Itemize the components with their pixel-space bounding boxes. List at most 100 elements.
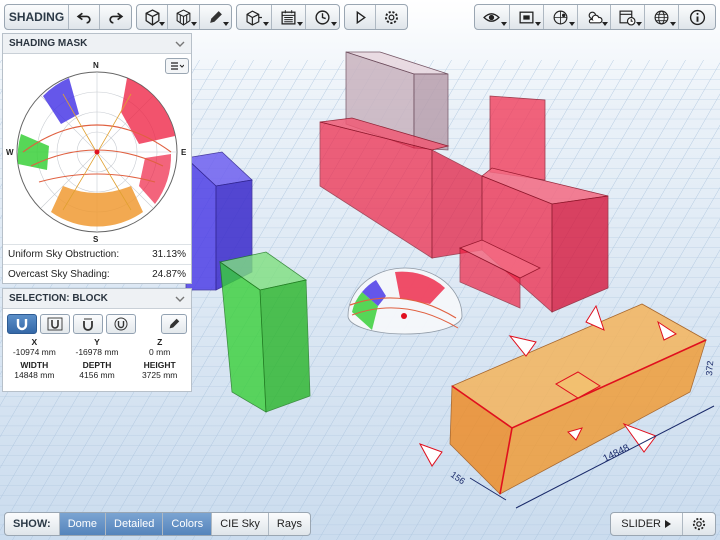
play-icon	[356, 10, 366, 24]
overcast-sky-row: Overcast Sky Shading: 24.87%	[3, 264, 191, 284]
selection-values-grid: X -10974 mm Y -16978 mm Z0 mm WIDTH 14848 m…	[3, 337, 191, 380]
cie-sky-toggle[interactable]: CIE Sky	[212, 513, 269, 535]
selection-panel: SELECTION: BLOCK X -10974 mm Y -16978 mm Z…	[2, 288, 192, 392]
calendar-clock-icon	[619, 10, 636, 26]
weather-button[interactable]	[578, 5, 612, 29]
width-label: WIDTH	[20, 360, 49, 370]
selection-tools-row	[3, 309, 191, 337]
undo-button[interactable]	[69, 5, 101, 29]
depth-label: DEPTH	[82, 360, 112, 370]
depth-value[interactable]: 4156 mm	[66, 370, 129, 380]
width-value[interactable]: 14848 mm	[3, 370, 66, 380]
show-label: SHOW:	[5, 513, 60, 535]
mode-selector[interactable]: SHADING	[5, 5, 69, 29]
green-building-block[interactable]	[219, 251, 311, 413]
magnet-frame-button[interactable]	[40, 314, 70, 334]
magnet-circle-icon	[114, 317, 128, 331]
frame-view-button[interactable]	[510, 5, 544, 29]
mode-toolbar-group: SHADING	[4, 4, 132, 30]
redo-button[interactable]	[100, 5, 131, 29]
analysis-toolbar-group	[236, 4, 340, 30]
magnet-circle-button[interactable]	[106, 314, 136, 334]
x-value[interactable]: -10974 mm	[3, 347, 66, 357]
slider-button[interactable]: SLIDER	[611, 513, 683, 535]
date-button[interactable]	[272, 5, 306, 29]
transform-button[interactable]	[237, 5, 273, 29]
colors-toggle[interactable]: Colors	[163, 513, 213, 535]
gear-icon	[692, 517, 706, 531]
globe-icon	[654, 10, 669, 24]
magnet-icon	[16, 319, 28, 331]
sun-cloud-icon	[588, 11, 603, 23]
height-value[interactable]: 3725 mm	[128, 370, 191, 380]
shading-mask-panel: SHADING MASK N S E W Uniform Sky Obstruc…	[2, 33, 192, 284]
uniform-sky-value: 31.13%	[152, 249, 186, 260]
add-grid-block-button[interactable]	[168, 5, 200, 29]
show-options-group: SHOW: Dome Detailed Colors CIE Sky Rays	[4, 512, 311, 536]
chevron-down-icon[interactable]	[175, 295, 185, 303]
play-button[interactable]	[345, 5, 377, 29]
magnet-attach-icon	[83, 318, 93, 331]
magnet-mode-button[interactable]	[7, 314, 37, 334]
schedule-button[interactable]	[611, 5, 646, 29]
compass-east: E	[181, 148, 187, 157]
cube-arrow-icon	[246, 9, 262, 26]
sun-path-button[interactable]	[544, 5, 578, 29]
magnet-attach-button[interactable]	[73, 314, 103, 334]
clock-icon	[315, 9, 330, 25]
draw-button[interactable]	[200, 5, 231, 29]
shading-mask-title: SHADING MASK	[9, 38, 88, 49]
visibility-button[interactable]	[475, 5, 510, 29]
overcast-sky-value: 24.87%	[152, 269, 186, 280]
shading-mask-diagram[interactable]: N S E W	[3, 54, 191, 244]
compass-west: W	[6, 148, 14, 157]
mode-label: SHADING	[8, 10, 65, 24]
cube-grid-icon	[176, 8, 191, 26]
dome-toggle[interactable]: Dome	[59, 513, 107, 535]
y-value[interactable]: -16978 mm	[66, 347, 129, 357]
height-label: HEIGHT	[143, 360, 176, 370]
y-label: Y	[94, 337, 100, 347]
calendar-icon	[281, 9, 296, 25]
z-label: Z	[157, 337, 163, 347]
gear-icon	[385, 10, 398, 24]
magnet-frame-icon	[47, 317, 63, 331]
rays-toggle[interactable]: Rays	[269, 513, 310, 535]
z-value[interactable]: 0 mm	[128, 347, 191, 357]
add-block-button[interactable]	[137, 5, 169, 29]
info-button[interactable]	[679, 5, 715, 29]
slider-label: SLIDER	[621, 518, 661, 530]
playback-toolbar-group	[344, 4, 408, 30]
undo-icon	[76, 12, 91, 24]
info-icon	[689, 9, 705, 25]
pencil-icon	[169, 318, 180, 329]
play-icon	[665, 520, 671, 528]
selection-header[interactable]: SELECTION: BLOCK	[3, 289, 191, 309]
compass-south: S	[93, 235, 99, 244]
eye-icon	[483, 12, 501, 22]
chevron-down-icon[interactable]	[175, 40, 185, 48]
sun-path-icon	[553, 10, 568, 24]
slider-group: SLIDER	[610, 512, 716, 536]
compass-north: N	[93, 61, 99, 70]
selection-title: SELECTION: BLOCK	[9, 293, 108, 304]
location-button[interactable]	[645, 5, 680, 29]
shading-mask-menu-button[interactable]	[165, 58, 189, 74]
list-icon	[171, 62, 184, 70]
settings-button[interactable]	[376, 5, 407, 29]
cube-icon	[145, 8, 160, 26]
uniform-sky-label: Uniform Sky Obstruction:	[8, 249, 120, 260]
overcast-sky-label: Overcast Sky Shading:	[8, 269, 110, 280]
detailed-toggle[interactable]: Detailed	[106, 513, 164, 535]
dimension-height-label: 372	[704, 360, 715, 376]
geometry-toolbar-group	[136, 4, 232, 30]
slider-settings-button[interactable]	[683, 513, 715, 535]
x-label: X	[31, 337, 38, 347]
frame-icon	[519, 11, 534, 23]
view-toolbar-group	[474, 4, 716, 30]
redo-icon	[109, 12, 124, 24]
time-button[interactable]	[306, 5, 339, 29]
edit-selection-button[interactable]	[161, 314, 187, 334]
shading-mask-header[interactable]: SHADING MASK	[3, 34, 191, 54]
uniform-sky-row: Uniform Sky Obstruction: 31.13%	[3, 244, 191, 264]
